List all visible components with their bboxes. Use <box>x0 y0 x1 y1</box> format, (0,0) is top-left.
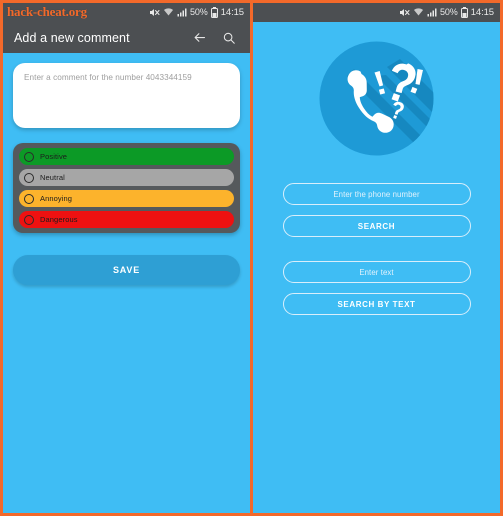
watermark-label: hack-cheat.org <box>7 4 87 19</box>
search-icon[interactable] <box>218 27 240 49</box>
radio-icon-neutral[interactable] <box>24 172 34 183</box>
search-button[interactable]: SEARCH <box>282 215 471 237</box>
signal-icon <box>177 8 187 17</box>
wifi-icon <box>163 8 174 17</box>
wifi-icon <box>413 8 424 17</box>
mute-icon <box>149 8 160 17</box>
option-dangerous[interactable]: Dangerous <box>19 211 234 228</box>
comment-input[interactable]: Enter a comment for the number 404334415… <box>13 63 240 128</box>
option-label-annoying: Annoying <box>40 194 73 203</box>
left-panel-add-comment: hack-cheat.org 50% 14:15 Add a new comme… <box>3 3 250 513</box>
right-panel-body: Enter the phone number SEARCH Enter text… <box>253 22 500 315</box>
save-button[interactable]: SAVE <box>13 255 240 285</box>
title-bar: Add a new comment <box>3 22 250 53</box>
option-annoying[interactable]: Annoying <box>19 190 234 207</box>
sentiment-options-card: Positive Neutral Annoying Dangerous <box>13 143 240 233</box>
status-bar-clock: 14:15 <box>220 6 244 18</box>
signal-icon <box>427 8 437 17</box>
battery-percent-label: 50% <box>190 7 208 17</box>
mute-icon <box>399 8 410 17</box>
option-label-dangerous: Dangerous <box>40 215 78 224</box>
radio-icon-dangerous[interactable] <box>24 214 34 225</box>
text-search-input[interactable]: Enter text <box>282 261 471 283</box>
right-panel-search: 50% 14:15 Enter the phone number SEARCH … <box>253 3 500 513</box>
phone-number-input-placeholder: Enter the phone number <box>333 189 420 199</box>
option-label-positive: Positive <box>40 152 68 161</box>
page-title: Add a new comment <box>14 30 130 45</box>
battery-icon <box>460 7 468 18</box>
screenshot-frame: hack-cheat.org 50% 14:15 Add a new comme… <box>0 0 503 516</box>
battery-percent-label: 50% <box>440 7 458 17</box>
left-panel-body: Enter a comment for the number 404334415… <box>3 53 250 285</box>
radio-icon-positive[interactable] <box>24 151 34 162</box>
phone-number-input[interactable]: Enter the phone number <box>282 183 471 205</box>
battery-icon <box>210 7 218 18</box>
phone-question-logo <box>314 36 439 161</box>
status-bar-clock: 14:15 <box>470 6 494 18</box>
option-positive[interactable]: Positive <box>19 148 234 165</box>
comment-input-placeholder: Enter a comment for the number 404334415… <box>24 73 192 82</box>
search-button-label: SEARCH <box>357 221 396 231</box>
search-by-text-button[interactable]: SEARCH BY TEXT <box>282 293 471 315</box>
option-neutral[interactable]: Neutral <box>19 169 234 186</box>
status-bar-right: 50% 14:15 <box>253 3 500 22</box>
search-by-text-button-label: SEARCH BY TEXT <box>337 299 416 309</box>
option-label-neutral: Neutral <box>40 173 65 182</box>
radio-icon-annoying[interactable] <box>24 193 34 204</box>
text-search-input-placeholder: Enter text <box>359 267 394 277</box>
panel-container: hack-cheat.org 50% 14:15 Add a new comme… <box>3 3 500 513</box>
back-arrow-icon[interactable] <box>188 27 210 49</box>
